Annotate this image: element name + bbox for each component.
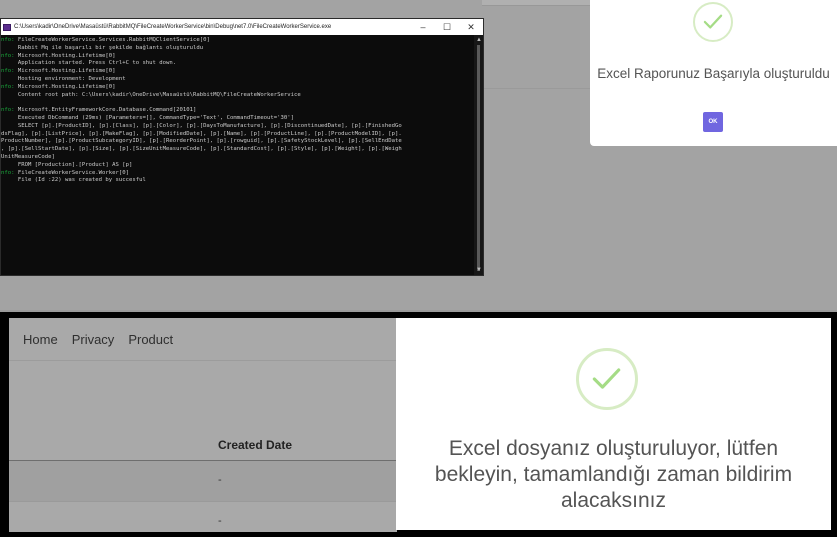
table-cell: - <box>218 515 222 527</box>
table-row: - <box>9 461 397 502</box>
success-modal: Excel Raporunuz Başarıyla oluşturuldu OK <box>590 0 837 146</box>
log-text: ProductNumber], [p].[ProductSubcategoryI… <box>1 138 402 145</box>
log-text: Hosting environment: Development <box>1 75 126 82</box>
log-text: Microsoft.Hosting.Lifetime[0] <box>14 83 116 90</box>
scroll-up-icon[interactable]: ▲ <box>476 37 482 43</box>
table-row: - <box>9 502 397 532</box>
console-line: Executed DbCommand (29ms) [Parameters=[]… <box>1 115 474 123</box>
console-line: Content root path: C:\Users\kadir\OneDri… <box>1 92 474 100</box>
console-title: C:\Users\kadir\OneDrive\Masaüstü\RabbitM… <box>14 24 332 30</box>
log-text: Rabbit Mq ile başarılı bir şekilde bağla… <box>1 44 204 51</box>
log-text: Content root path: C:\Users\kadir\OneDri… <box>1 91 301 98</box>
console-app-icon <box>3 23 11 31</box>
console-line: nfo: FileCreateWorkerService.Services.Ra… <box>1 37 474 45</box>
log-level-label: nfo: <box>1 68 15 75</box>
scroll-down-icon[interactable]: ▼ <box>476 267 482 273</box>
console-line: FROM [Production].[Product] AS [p] <box>1 162 474 170</box>
log-level-label: nfo: <box>1 83 15 90</box>
log-text: FileCreateWorkerService.Worker[0] <box>14 169 129 176</box>
log-text: SELECT [p].[ProductID], [p].[Class], [p]… <box>1 122 402 129</box>
console-window[interactable]: C:\Users\kadir\OneDrive\Masaüstü\RabbitM… <box>0 18 484 276</box>
close-button[interactable]: ✕ <box>459 19 483 35</box>
ok-button[interactable]: OK <box>703 112 723 132</box>
log-text: FROM [Production].[Product] AS [p] <box>1 161 133 168</box>
navbar: Home Privacy Product <box>9 318 397 361</box>
divider <box>482 5 590 6</box>
log-text: , [p].[SellStartDate], [p].[Size], [p].[… <box>1 146 402 153</box>
success-check-icon <box>576 348 638 410</box>
console-line: , [p].[SellStartDate], [p].[Size], [p].[… <box>1 146 474 154</box>
log-text: UnitMeasureCode] <box>1 153 55 160</box>
web-page: Home Privacy Product Created Date - - <box>9 318 397 532</box>
table-header: Created Date <box>9 430 397 461</box>
log-text: Microsoft.EntityFrameworkCore.Database.C… <box>14 107 197 114</box>
console-line: Application started. Press Ctrl+C to shu… <box>1 60 474 68</box>
console-line: dsFlag], [p].[ListPrice], [p].[MakeFlag]… <box>1 131 474 139</box>
console-output[interactable]: nfo: FileCreateWorkerService.Services.Ra… <box>1 35 474 275</box>
log-level-label: nfo: <box>1 169 15 176</box>
log-level-label: nfo: <box>1 107 15 114</box>
console-line: nfo: Microsoft.Hosting.Lifetime[0] <box>1 53 474 61</box>
nav-product[interactable]: Product <box>128 332 173 347</box>
console-line: Hosting environment: Development <box>1 76 474 84</box>
log-text: Microsoft.Hosting.Lifetime[0] <box>14 68 116 75</box>
log-text: FileCreateWorkerService.Services.RabbitM… <box>14 37 210 43</box>
scrollbar-thumb[interactable] <box>477 45 480 271</box>
progress-modal: Excel dosyanız oluşturuluyor, lütfen bek… <box>396 318 831 530</box>
console-line: UnitMeasureCode] <box>1 154 474 162</box>
nav-privacy[interactable]: Privacy <box>72 332 115 347</box>
console-scrollbar[interactable]: ▲ ▼ <box>474 35 483 275</box>
console-line: nfo: Microsoft.Hosting.Lifetime[0] <box>1 84 474 92</box>
column-created-date: Created Date <box>218 438 293 452</box>
console-line: SELECT [p].[ProductID], [p].[Class], [p]… <box>1 123 474 131</box>
modal-message: Excel Raporunuz Başarıyla oluşturuldu <box>597 66 830 81</box>
success-check-icon <box>693 2 733 42</box>
log-text: dsFlag], [p].[ListPrice], [p].[MakeFlag]… <box>1 130 402 137</box>
log-level-label: nfo: <box>1 37 15 43</box>
console-line: Rabbit Mq ile başarılı bir şekilde bağla… <box>1 45 474 53</box>
log-text: Executed DbCommand (29ms) [Parameters=[]… <box>1 114 294 121</box>
modal-message: Excel dosyanız oluşturuluyor, lütfen bek… <box>434 437 793 512</box>
console-titlebar[interactable]: C:\Users\kadir\OneDrive\Masaüstü\RabbitM… <box>1 19 483 35</box>
console-line: nfo: FileCreateWorkerService.Worker[0] <box>1 170 474 178</box>
console-line: ProductNumber], [p].[ProductSubcategoryI… <box>1 138 474 146</box>
table-cell: - <box>218 474 222 486</box>
maximize-button[interactable]: ☐ <box>435 19 459 35</box>
minimize-button[interactable]: – <box>411 19 435 35</box>
console-line: File (Id :22) was created by succesful <box>1 177 474 185</box>
console-line: nfo: Microsoft.EntityFrameworkCore.Datab… <box>1 107 474 115</box>
log-level-label: nfo: <box>1 52 15 59</box>
nav-home[interactable]: Home <box>23 332 58 347</box>
log-text: Microsoft.Hosting.Lifetime[0] <box>14 52 116 59</box>
log-text: Application started. Press Ctrl+C to shu… <box>1 60 177 67</box>
log-text: File (Id :22) was created by succesful <box>1 177 146 184</box>
console-line: nfo: Microsoft.Hosting.Lifetime[0] <box>1 68 474 76</box>
